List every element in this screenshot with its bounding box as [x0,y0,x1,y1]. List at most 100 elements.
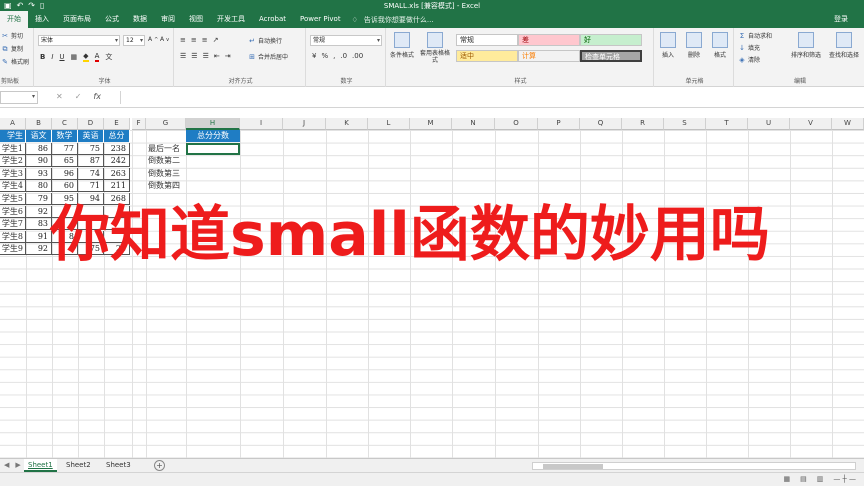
table-cell[interactable]: 87 [78,155,104,168]
table-cell[interactable]: 238 [104,142,130,155]
column-header-n[interactable]: N [452,118,495,130]
zoom-slider[interactable]: — ┼ — [833,475,856,483]
increase-font-icon[interactable]: A ^ [148,36,158,43]
column-header-s[interactable]: S [664,118,706,130]
underline-icon[interactable]: U [59,53,64,61]
table-cell[interactable]: 学生2 [0,155,26,168]
column-header-b[interactable]: B [26,118,52,130]
column-header-u[interactable]: U [748,118,790,130]
comma-icon[interactable]: , [333,52,335,60]
align-top-icon[interactable]: ≡ [180,36,186,44]
column-header-o[interactable]: O [495,118,538,130]
table-cell[interactable]: 77 [52,142,78,155]
style-bad[interactable]: 差 [518,34,580,46]
table-cell[interactable]: 75 [78,142,104,155]
tab-formulas[interactable]: 公式 [98,11,126,28]
decrease-font-icon[interactable]: Av [160,36,169,43]
table-cell[interactable]: 79 [26,193,52,205]
selected-cell[interactable] [186,142,240,155]
login-link[interactable]: 登录 [834,11,848,28]
orientation-icon[interactable]: ↗ [213,36,219,44]
column-header-d[interactable]: D [78,118,104,130]
table-cell[interactable]: 96 [52,167,78,180]
table-cell[interactable]: 93 [26,167,52,180]
font-name-select[interactable]: 宋体 ▾ [38,35,120,46]
tell-me-search[interactable]: 告诉我你想要做什么... [364,15,434,25]
style-normal[interactable]: 常规 [456,34,518,46]
table-cell[interactable]: 92 [26,205,52,218]
table-header-cell[interactable]: 总分 [104,130,130,142]
format-cells-button[interactable]: 格式 [708,32,732,59]
column-header-j[interactable]: J [283,118,326,130]
column-header-q[interactable]: Q [580,118,622,130]
column-header-t[interactable]: T [706,118,748,130]
cancel-icon[interactable]: ✕ [56,92,63,101]
table-cell[interactable]: 83 [26,218,52,231]
wrap-text-button[interactable]: ↵ 自动换行 [248,36,282,46]
column-header-f[interactable]: F [132,118,146,130]
horizontal-scrollbar[interactable] [532,462,856,470]
column-header-c[interactable]: C [52,118,78,130]
column-header-r[interactable]: R [622,118,664,130]
side-label[interactable]: 倒数第三 [146,168,186,180]
copy-button[interactable]: ⧉ 复制 [1,44,24,54]
font-size-select[interactable]: 12 ▾ [123,35,145,46]
table-header-cell[interactable]: 学生 [0,130,26,142]
decrease-decimal-icon[interactable]: .00 [352,52,363,60]
sheet-tab-3[interactable]: Sheet3 [102,459,135,472]
table-header-cell[interactable]: 英语 [78,130,104,142]
indent-icon[interactable]: ⇤ [214,52,220,60]
side-label[interactable]: 倒数第四 [146,180,186,192]
tab-view[interactable]: 视图 [182,11,210,28]
side-label[interactable]: 倒数第二 [146,155,186,167]
table-cell[interactable]: 92 [26,243,52,256]
column-header-m[interactable]: M [410,118,452,130]
column-header-i[interactable]: I [240,118,283,130]
table-cell[interactable]: 263 [104,167,130,180]
find-select-button[interactable]: 查找和选择 [826,32,862,59]
table-cell[interactable]: 80 [26,180,52,193]
enter-icon[interactable]: ✓ [75,92,82,101]
page-layout-view-icon[interactable]: ▤ [800,475,807,483]
column-header-e[interactable]: E [104,118,130,130]
fx-icon[interactable]: fx [93,92,101,101]
align-middle-icon[interactable]: ≡ [191,36,197,44]
outdent-icon[interactable]: ⇥ [225,52,231,60]
align-bottom-icon[interactable]: ≡ [202,36,208,44]
style-good[interactable]: 好 [580,34,642,46]
total-score-header[interactable]: 总分分数 [186,130,240,142]
format-painter-button[interactable]: ✎ 格式刷 [1,57,29,67]
table-cell[interactable]: 学生9 [0,243,26,256]
column-header-v[interactable]: V [790,118,832,130]
column-header-g[interactable]: G [146,118,186,130]
style-check-cell[interactable]: 检查单元格 [580,50,642,62]
autosum-button[interactable]: Σ 自动求和 [738,31,772,41]
align-right-icon[interactable]: ☰ [203,52,209,60]
column-header-h[interactable]: H [186,118,240,130]
tab-insert[interactable]: 插入 [28,11,56,28]
table-cell[interactable]: 65 [52,155,78,168]
column-header-w[interactable]: W [832,118,864,130]
add-sheet-button[interactable]: + [154,460,165,471]
insert-cells-button[interactable]: 插入 [656,32,680,59]
increase-decimal-icon[interactable]: .0 [340,52,347,60]
table-cell[interactable]: 学生7 [0,218,26,231]
delete-cells-button[interactable]: 删除 [682,32,706,59]
prev-sheet-icon[interactable]: ◀ [4,461,9,469]
table-cell[interactable]: 学生5 [0,193,26,205]
table-cell[interactable]: 71 [78,180,104,193]
table-cell[interactable]: 211 [104,180,130,193]
style-calculation[interactable]: 计算 [518,50,580,62]
phonetic-icon[interactable]: 文 [105,52,112,62]
fill-color-icon[interactable]: ◆ [83,52,89,62]
name-box[interactable]: ▾ [0,91,38,104]
tab-home[interactable]: 开始 [0,11,28,28]
table-cell[interactable]: 242 [104,155,130,168]
table-cell[interactable]: 学生8 [0,230,26,243]
bold-icon[interactable]: B [40,53,45,61]
tab-review[interactable]: 审阅 [154,11,182,28]
style-neutral[interactable]: 适中 [456,50,518,62]
merge-center-button[interactable]: ⊞ 合并后居中 [248,52,288,62]
column-header-k[interactable]: K [326,118,368,130]
table-header-cell[interactable]: 数学 [52,130,78,142]
